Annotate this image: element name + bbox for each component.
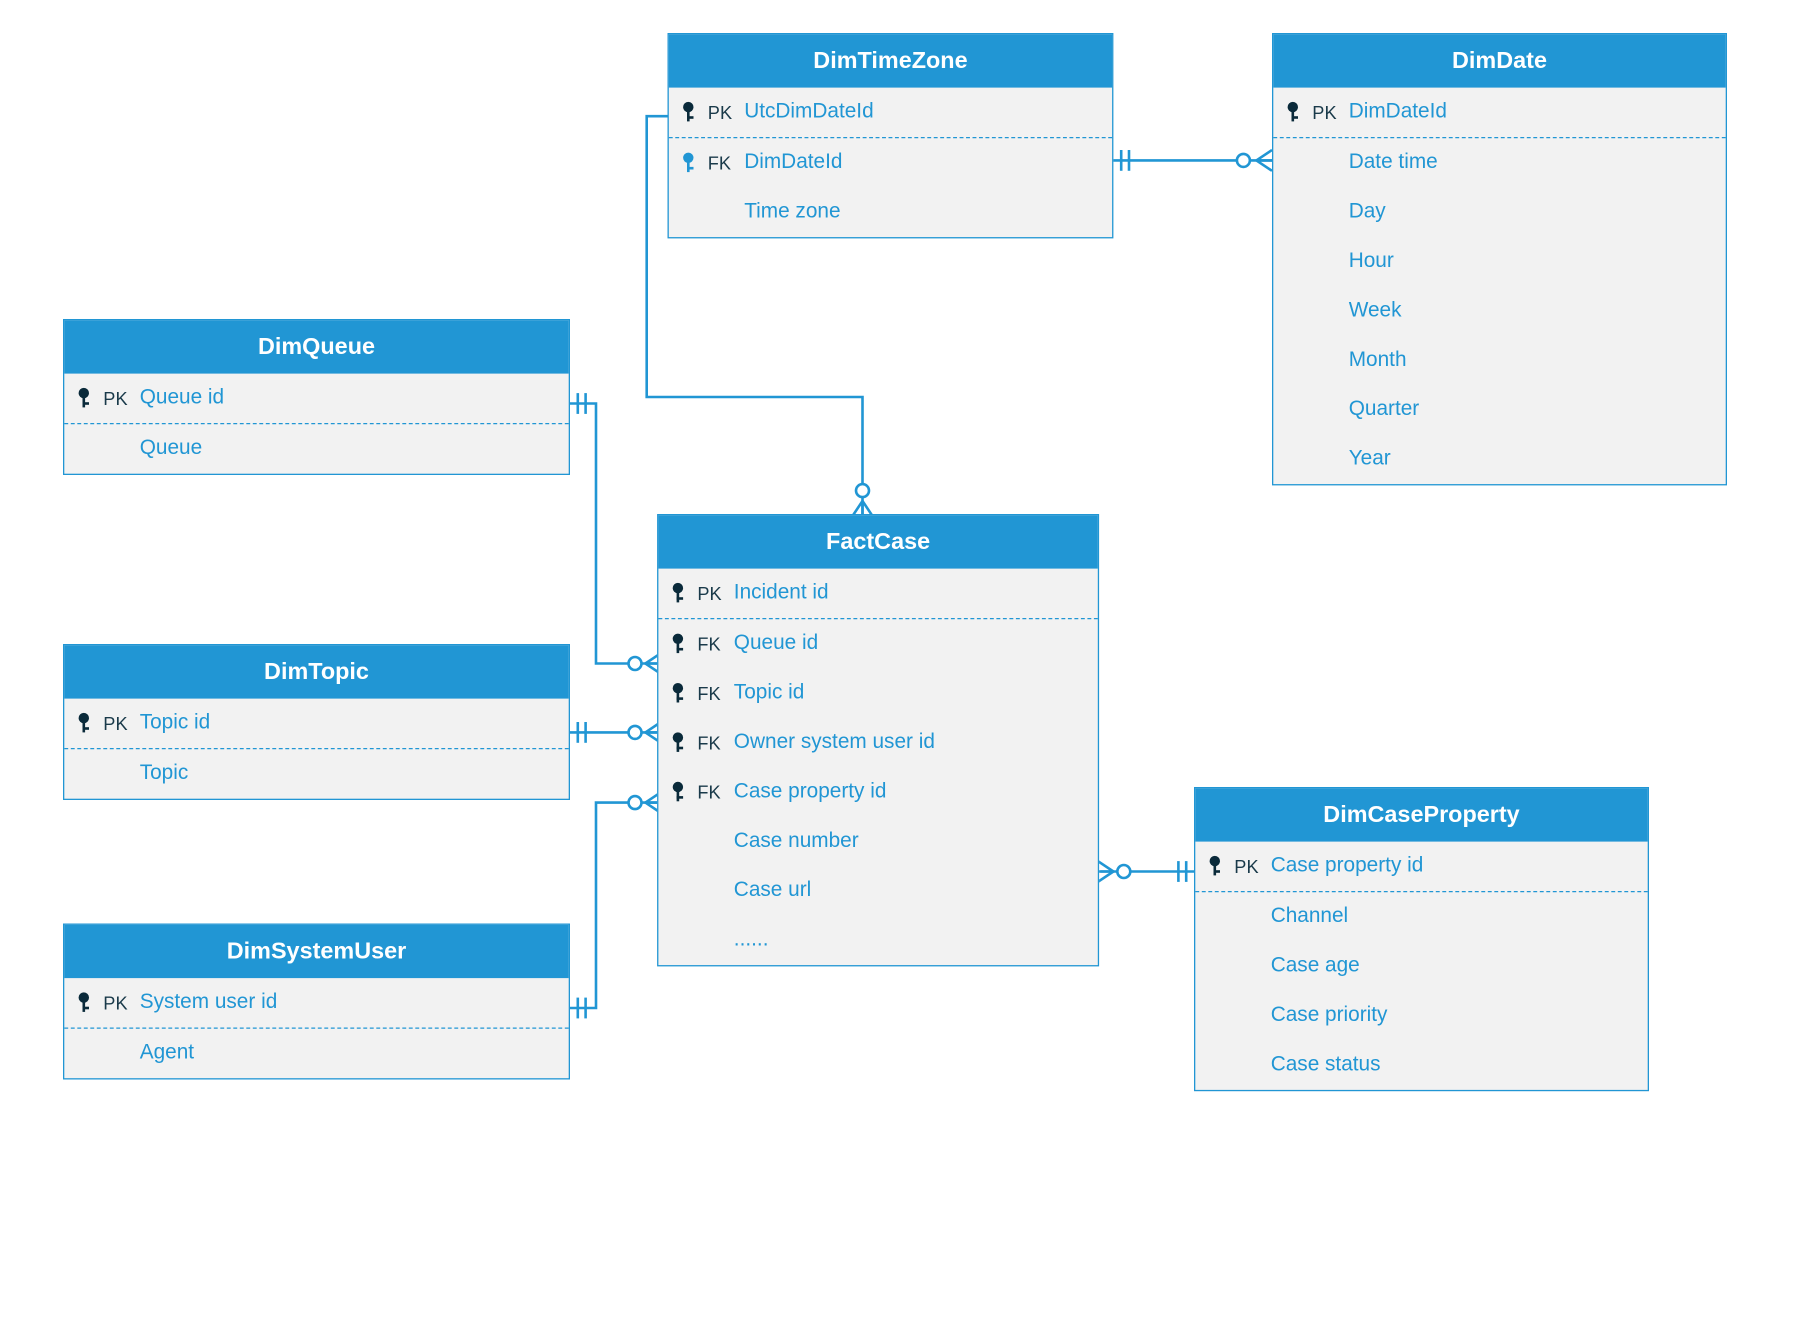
entity-row: Case url [658,866,1097,915]
key-icon [77,712,95,735]
key-type: FK [697,732,726,753]
key-type: PK [103,992,132,1013]
entity-row: Day [1273,188,1725,237]
attr-label: Quarter [1349,398,1420,421]
key-type: FK [697,634,726,655]
entity-row: PK DimDateId [1273,88,1725,139]
attr-label: DimDateId [744,151,842,174]
entity-factcase[interactable]: FactCase PK Incident id FK Queue id FK T… [657,514,1099,966]
key-icon [77,991,95,1014]
attr-label: Hour [1349,250,1394,273]
attr-label: Date time [1349,151,1438,174]
entity-dimcaseproperty[interactable]: DimCaseProperty PK Case property id Chan… [1194,787,1649,1091]
entity-row: Case priority [1195,991,1647,1040]
entity-dimsystemuser[interactable]: DimSystemUser PK System user id Agent [63,923,570,1079]
attr-label: Case priority [1271,1004,1388,1027]
attr-label: Case number [734,830,859,853]
key-type: PK [697,583,726,604]
entity-header: DimTimeZone [669,34,1112,87]
entity-row: Hour [1273,237,1725,286]
key-type: PK [1312,102,1341,123]
entity-header: DimSystemUser [64,925,568,978]
attr-label: Case property id [734,781,887,804]
entity-header: DimQueue [64,320,568,373]
attr-label: Case age [1271,955,1360,978]
attr-label: Incident id [734,582,829,605]
entity-row: Channel [1195,892,1647,941]
key-type: PK [103,713,132,734]
entity-row: FK Topic id [658,669,1097,718]
entity-row: Quarter [1273,385,1725,434]
attr-label: Agent [140,1042,194,1065]
entity-header: DimCaseProperty [1195,788,1647,841]
attr-label: Queue [140,437,202,460]
entity-header: FactCase [658,515,1097,568]
entity-row: PK Queue id [64,374,568,425]
attr-label: Case status [1271,1054,1381,1077]
attr-label: Case url [734,879,811,902]
attr-label: Year [1349,448,1391,471]
attr-label: Topic id [734,682,805,705]
entity-row: ...... [658,916,1097,965]
entity-row: FK DimDateId [669,138,1112,187]
entity-dimqueue[interactable]: DimQueue PK Queue id Queue [63,319,570,475]
attr-label: Owner system user id [734,731,935,754]
key-icon [682,101,700,124]
key-type: FK [697,683,726,704]
entity-row: Year [1273,435,1725,484]
key-icon [1286,101,1304,124]
key-icon [682,151,700,174]
entity-row: FK Case property id [658,768,1097,817]
key-type: PK [103,388,132,409]
key-icon [671,781,689,804]
key-type: FK [697,782,726,803]
key-icon [671,632,689,655]
attr-label: Case property id [1271,855,1424,878]
entity-row: Case age [1195,942,1647,991]
entity-row: PK Incident id [658,569,1097,620]
key-icon [1208,855,1226,878]
entity-row: PK System user id [64,978,568,1029]
entity-row: Case number [658,817,1097,866]
key-type: FK [708,153,737,174]
attr-label: Time zone [744,201,840,224]
attr-label: Day [1349,201,1386,224]
entity-row: PK Topic id [64,699,568,750]
entity-row: Agent [64,1029,568,1078]
entity-dimtimezone[interactable]: DimTimeZone PK UtcDimDateId FK DimDateId… [668,33,1114,238]
entity-row: Date time [1273,138,1725,187]
attr-label: DimDateId [1349,101,1447,124]
entity-row: FK Queue id [658,619,1097,668]
er-diagram-canvas: DimTimeZone PK UtcDimDateId FK DimDateId… [50,20,1792,1320]
entity-row: Topic [64,749,568,798]
attr-label: ...... [734,929,769,952]
attr-label: Week [1349,300,1402,323]
entity-header: DimDate [1273,34,1725,87]
key-icon [671,582,689,605]
attr-label: UtcDimDateId [744,101,873,124]
entity-row: Queue [64,424,568,473]
attr-label: Topic id [140,712,211,735]
entity-row: Case status [1195,1041,1647,1090]
entity-row: FK Owner system user id [658,718,1097,767]
attr-label: Topic [140,762,189,785]
attr-label: System user id [140,991,278,1014]
entity-row: Week [1273,287,1725,336]
attr-label: Channel [1271,905,1348,928]
entity-header: DimTopic [64,645,568,698]
key-type: PK [1234,856,1263,877]
key-icon [671,731,689,754]
key-icon [671,682,689,705]
attr-label: Queue id [140,387,224,410]
attr-label: Queue id [734,632,818,655]
entity-row: Time zone [669,188,1112,237]
entity-row: Month [1273,336,1725,385]
entity-dimtopic[interactable]: DimTopic PK Topic id Topic [63,644,570,800]
entity-row: PK UtcDimDateId [669,88,1112,139]
key-type: PK [708,102,737,123]
key-icon [77,387,95,410]
entity-row: PK Case property id [1195,842,1647,893]
attr-label: Month [1349,349,1407,372]
entity-dimdate[interactable]: DimDate PK DimDateId Date time Day Hour … [1272,33,1727,485]
